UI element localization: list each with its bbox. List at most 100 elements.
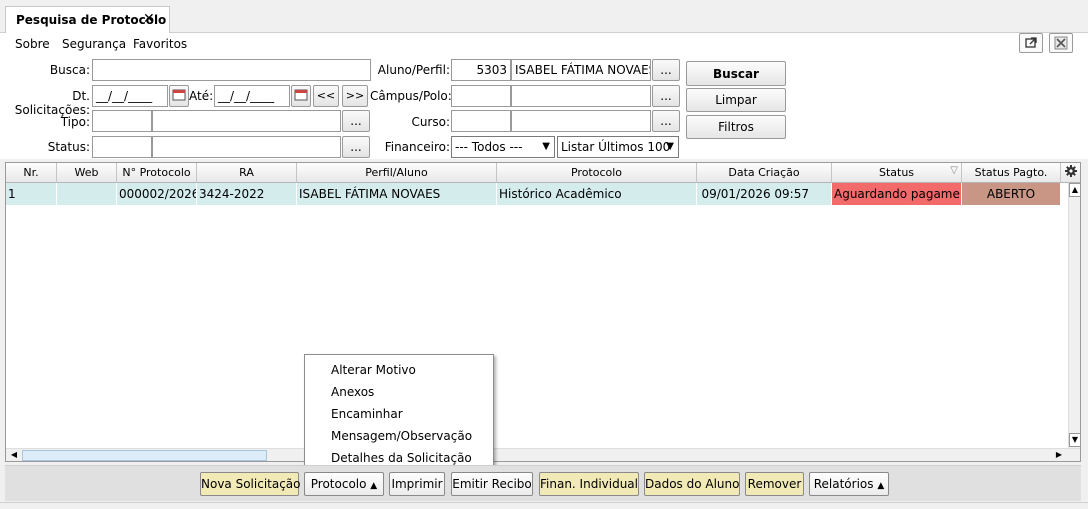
date-to-input[interactable]: __/__/____: [214, 85, 290, 107]
dados-aluno-button[interactable]: Dados do Aluno: [644, 472, 740, 496]
menu-item-alterar-motivo[interactable]: Alterar Motivo: [331, 363, 416, 377]
caret-up-icon: ▲: [877, 481, 885, 491]
scroll-up-icon[interactable]: ▲: [1069, 183, 1080, 197]
aluno-label: Aluno/Perfil:: [377, 63, 450, 77]
status-bar: [0, 502, 1088, 509]
tipo-code-input[interactable]: [92, 110, 152, 132]
date-from-input[interactable]: __/__/____: [92, 85, 168, 107]
menu-item-favoritos[interactable]: Favoritos: [133, 37, 187, 51]
caret-up-icon: ▲: [370, 481, 378, 491]
results-grid: Nr. Web N° Protocolo RA Perfil/Aluno Pro…: [5, 162, 1081, 462]
aluno-code-input[interactable]: 5303: [451, 59, 511, 81]
detach-icon[interactable]: [1019, 33, 1043, 53]
protocolo-button-label: Protocolo: [310, 477, 367, 491]
finan-individual-button[interactable]: Finan. Individual: [539, 472, 639, 496]
column-header-status-pagto[interactable]: Status Pagto.: [962, 163, 1061, 183]
prev-period-button[interactable]: <<: [313, 85, 339, 107]
ate-label: Até:: [189, 89, 214, 103]
scroll-thumb[interactable]: [22, 450, 267, 461]
column-header-ra[interactable]: RA: [197, 163, 297, 183]
campus-lookup-button[interactable]: ...: [652, 85, 680, 107]
column-header-n-protocolo[interactable]: N° Protocolo: [117, 163, 197, 183]
menu-item-detalhes-solicitacao[interactable]: Detalhes da Solicitação: [331, 451, 472, 465]
dropdown-arrow-icon: ▼: [666, 141, 674, 152]
column-header-nr[interactable]: Nr.: [6, 163, 57, 183]
table-row[interactable]: 1 000002/2026 3424-2022 ISABEL FÁTIMA NO…: [6, 183, 1061, 205]
column-header-protocolo[interactable]: Protocolo: [497, 163, 697, 183]
menu-item-seguranca[interactable]: Segurança: [62, 37, 126, 51]
cell-nr: 1: [6, 183, 57, 205]
tab-bar: Pesquisa de Protocolo ✕: [0, 0, 1088, 34]
dt-solicitacoes-label: Dt. Solicitações:: [14, 89, 90, 117]
listar-select[interactable]: Listar Últimos 100 ▼: [557, 136, 679, 158]
financeiro-value: --- Todos ---: [455, 140, 523, 154]
nova-solicitacao-button[interactable]: Nova Solicitação: [200, 472, 301, 496]
busca-label: Busca:: [49, 63, 90, 77]
listar-value: Listar Últimos 100: [561, 140, 671, 154]
calendar-icon[interactable]: [291, 85, 311, 107]
curso-name-input[interactable]: [511, 110, 651, 132]
close-icon[interactable]: ✕: [143, 11, 155, 27]
remover-button[interactable]: Remover: [745, 472, 804, 496]
menu-item-anexos[interactable]: Anexos: [331, 385, 374, 399]
vertical-scrollbar[interactable]: ▲ ▼: [1068, 183, 1080, 448]
scroll-right-icon[interactable]: ▶: [1053, 449, 1065, 461]
imprimir-button[interactable]: Imprimir: [389, 472, 445, 496]
menu-item-sobre[interactable]: Sobre: [15, 37, 50, 51]
menu-item-mensagem-observacao[interactable]: Mensagem/Observação: [331, 429, 472, 443]
cell-protocolo: Histórico Acadêmico: [497, 183, 697, 205]
close-window-icon[interactable]: [1049, 33, 1073, 53]
curso-lookup-button[interactable]: ...: [652, 110, 680, 132]
menu-bar: Sobre Segurança Favoritos: [0, 33, 1088, 55]
protocolo-menu-button[interactable]: Protocolo ▲: [304, 472, 384, 496]
tipo-lookup-button[interactable]: ...: [342, 110, 370, 132]
tipo-label: Tipo:: [60, 115, 90, 129]
column-header-web[interactable]: Web: [57, 163, 117, 183]
cell-status-pagto: ABERTO: [962, 183, 1061, 205]
emitir-recibo-button[interactable]: Emitir Recibo: [451, 472, 533, 496]
curso-label: Curso:: [411, 115, 450, 129]
campus-code-input[interactable]: [451, 85, 511, 107]
financeiro-select[interactable]: --- Todos --- ▼: [451, 136, 555, 158]
tipo-name-input[interactable]: [152, 110, 341, 132]
column-header-status[interactable]: Status ▽: [832, 163, 962, 183]
buscar-button[interactable]: Buscar: [686, 61, 786, 86]
filter-icon[interactable]: ▽: [950, 165, 958, 176]
dropdown-arrow-icon: ▼: [542, 141, 550, 152]
column-header-data-criacao[interactable]: Data Criação: [697, 163, 832, 183]
limpar-button[interactable]: Limpar: [686, 88, 786, 112]
cell-status: Aguardando pagame...: [832, 183, 962, 205]
column-header-perfil-aluno[interactable]: Perfil/Aluno: [297, 163, 497, 183]
aluno-name-input[interactable]: ISABEL FÁTIMA NOVAES: [511, 59, 651, 81]
bottom-toolbar: Nova Solicitação Protocolo ▲ Imprimir Em…: [5, 465, 1081, 501]
menu-item-encaminhar[interactable]: Encaminhar: [331, 407, 403, 421]
campus-name-input[interactable]: [511, 85, 651, 107]
status-code-input[interactable]: [92, 136, 152, 158]
cell-n-protocolo: 000002/2026: [117, 183, 197, 205]
scroll-down-icon[interactable]: ▼: [1069, 433, 1080, 447]
relatorios-button-label: Relatórios: [813, 477, 874, 491]
horizontal-scrollbar[interactable]: ◀ ▶: [6, 448, 1080, 461]
protocolo-context-menu: Alterar Motivo Anexos Encaminhar Mensage…: [304, 354, 494, 469]
campus-label: Câmpus/Polo:: [370, 89, 452, 103]
cell-perfil-aluno: ISABEL FÁTIMA NOVAES: [297, 183, 497, 205]
relatorios-menu-button[interactable]: Relatórios ▲: [809, 472, 889, 496]
filter-panel: Busca: Aluno/Perfil: 5303 ISABEL FÁTIMA …: [0, 55, 1088, 159]
cell-ra: 3424-2022: [197, 183, 297, 205]
status-header-label: Status: [878, 166, 915, 179]
status-lookup-button[interactable]: ...: [342, 136, 370, 158]
cell-web: [57, 183, 117, 205]
status-label: Status:: [47, 140, 90, 154]
financeiro-label: Financeiro:: [384, 140, 450, 154]
scroll-left-icon[interactable]: ◀: [8, 449, 20, 461]
curso-code-input[interactable]: [451, 110, 511, 132]
aluno-lookup-button[interactable]: ...: [652, 59, 680, 81]
next-period-button[interactable]: >>: [342, 85, 368, 107]
cell-data-criacao: 09/01/2026 09:57: [697, 183, 832, 205]
tab-pesquisa-protocolo[interactable]: Pesquisa de Protocolo ✕: [5, 6, 170, 34]
status-name-input[interactable]: [152, 136, 341, 158]
busca-input[interactable]: [92, 59, 371, 81]
gear-icon[interactable]: [1061, 163, 1080, 183]
calendar-icon[interactable]: [169, 85, 189, 107]
filtros-button[interactable]: Filtros: [686, 115, 786, 139]
